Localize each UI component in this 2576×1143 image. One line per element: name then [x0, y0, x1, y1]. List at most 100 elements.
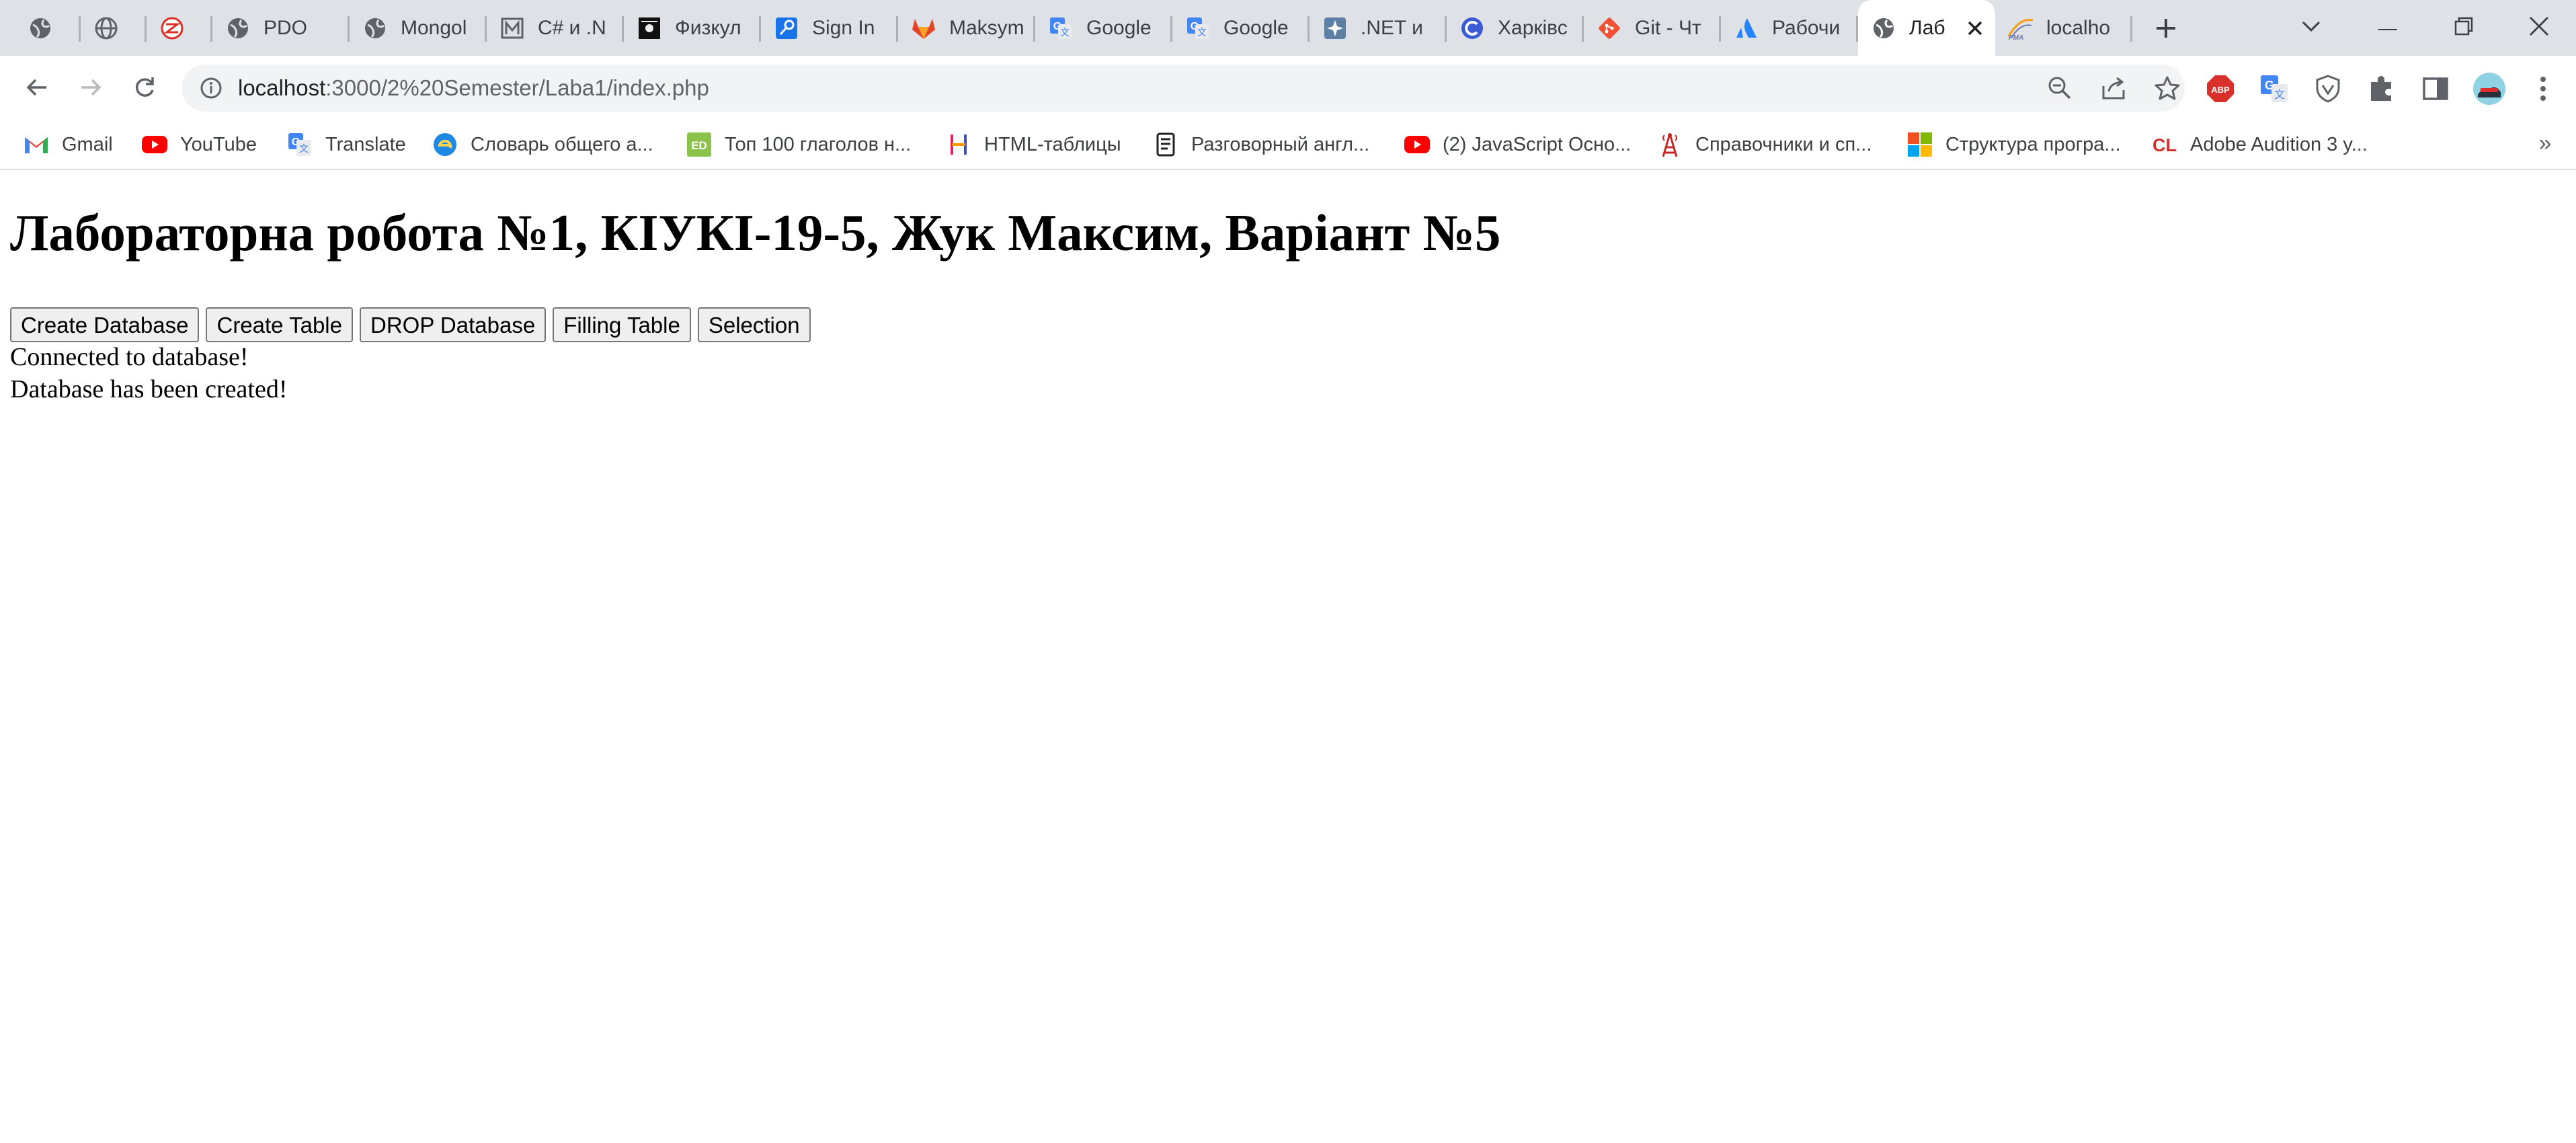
minimize-button[interactable] [2351, 0, 2425, 56]
new-tab-button[interactable] [2144, 12, 2187, 44]
create-database-button[interactable]: Create Database [10, 307, 200, 342]
connected-message: Connected to database! [10, 343, 249, 371]
adblock-plus-icon[interactable]: ABP [2202, 71, 2239, 107]
tab-6[interactable]: C# и .N [487, 0, 624, 56]
tab-title: Лаб [1909, 16, 1945, 39]
tab-8[interactable]: Sign In [761, 0, 898, 56]
translate-icon: G文 [1047, 15, 1074, 42]
zs-icon [159, 15, 186, 42]
restore-icon [2454, 17, 2473, 39]
info-icon[interactable] [198, 75, 225, 102]
bookmark-conversational[interactable]: Разговорный англ... [1152, 126, 1369, 163]
bookmarks-overflow-button[interactable]: » [2532, 130, 2559, 157]
tab-active[interactable]: Лаб [1858, 0, 1995, 56]
drop-database-button[interactable]: DROP Database [360, 307, 547, 342]
profile-avatar[interactable] [2471, 71, 2507, 107]
close-tab-icon[interactable] [1962, 15, 1988, 42]
translate-icon[interactable]: G文 [2256, 71, 2292, 107]
bookmark-label: Структура програ... [1945, 133, 2121, 155]
tab-1[interactable] [15, 0, 81, 56]
tab-15[interactable]: Рабочи [1721, 0, 1858, 56]
bookmark-javascript[interactable]: (2) JavaScript Осно... [1404, 126, 1631, 163]
tab-12[interactable]: .NET и [1310, 0, 1447, 56]
tab-13[interactable]: Харківс [1447, 0, 1584, 56]
bookmark-label: Топ 100 глаголов н... [725, 133, 912, 155]
tab-17[interactable]: PMA localho [1995, 0, 2132, 56]
back-button[interactable] [16, 68, 58, 110]
tab-4[interactable]: PDO [212, 0, 350, 56]
shield-icon[interactable] [2310, 71, 2346, 107]
address-bar[interactable]: localhost:3000/2%20Semester/Laba1/index.… [182, 65, 2185, 112]
microsoft-icon [1906, 131, 1933, 158]
tab-7[interactable]: Физкул [624, 0, 761, 56]
url-path: :3000/2%20Semester/Laba1/index.php [325, 75, 709, 100]
tab-14[interactable]: Git - Чт [1584, 0, 1721, 56]
bookmark-gmail[interactable]: Gmail [23, 126, 113, 163]
tab-title: Физкул [675, 16, 741, 39]
tab-3[interactable] [147, 0, 212, 56]
tab-title: Google [1086, 16, 1152, 39]
zoom-icon[interactable] [2044, 72, 2076, 104]
bookmark-label: YouTube [180, 133, 257, 155]
url-host: localhost [238, 75, 326, 100]
gitlab-icon [910, 15, 937, 42]
tab-title: Харківс [1498, 16, 1568, 39]
create-table-button[interactable]: Create Table [206, 307, 353, 342]
pma-icon: PMA [2007, 15, 2034, 42]
arrow-left-icon [25, 75, 49, 103]
bookmark-top100[interactable]: ED Топ 100 глаголов н... [686, 126, 911, 163]
translate-icon: G文 [1184, 15, 1211, 42]
share-icon[interactable] [2097, 72, 2130, 104]
tab-title: PDO [264, 16, 308, 39]
tab-2[interactable] [81, 0, 147, 56]
tab-11[interactable]: G文 Google [1172, 0, 1310, 56]
globe-icon [225, 15, 251, 42]
h-icon [945, 131, 972, 158]
minimize-icon [2378, 22, 2397, 34]
bookmark-adobe-audition[interactable]: CL Adobe Audition 3 y... [2151, 126, 2368, 163]
bookmark-dictionary[interactable]: Словарь общего а... [432, 126, 653, 163]
reload-button[interactable] [124, 68, 165, 110]
bookmark-label: (2) JavaScript Осно... [1443, 133, 1632, 155]
tab-title: .NET и [1361, 16, 1423, 39]
translate-icon: G文 [286, 131, 313, 158]
bookmark-references[interactable]: Справочники и сп... [1656, 126, 1871, 163]
globe-icon [27, 15, 54, 42]
bookmark-star-icon[interactable] [2151, 72, 2183, 104]
filling-table-button[interactable]: Filling Table [553, 307, 691, 342]
restore-button[interactable] [2427, 0, 2501, 56]
side-panel-icon[interactable] [2417, 71, 2454, 107]
gmail-icon [23, 131, 50, 158]
bookmark-program-structure[interactable]: Структура програ... [1906, 126, 2121, 163]
tab-5[interactable]: Mongol [350, 0, 487, 56]
bookmark-label: Разговорный англ... [1191, 133, 1370, 155]
bookmark-translate[interactable]: G文 Translate [286, 126, 406, 163]
bookmark-youtube[interactable]: YouTube [141, 126, 257, 163]
svg-text:PMA: PMA [2009, 34, 2023, 40]
dark-square-icon [636, 15, 663, 42]
extensions-puzzle-icon[interactable] [2364, 71, 2400, 107]
action-buttons: Create Database Create Table DROP Databa… [10, 307, 811, 342]
tab-separator [2130, 16, 2132, 42]
cl-icon: CL [2151, 131, 2178, 158]
bookmarks-bar: Gmail YouTube G文 Translate Словарь общег… [0, 120, 2576, 170]
tab-9[interactable]: Maksym [898, 0, 1035, 56]
tab-search-button[interactable] [2274, 0, 2348, 56]
chevron-down-icon [2301, 19, 2321, 36]
tab-title: Maksym [949, 16, 1024, 39]
tab-title: Рабочи [1772, 16, 1841, 39]
selection-button[interactable]: Selection [697, 307, 811, 342]
bookmark-html-tables[interactable]: HTML-таблицы [945, 126, 1121, 163]
bookmark-label: Translate [325, 133, 406, 155]
bookmark-label: Gmail [62, 133, 113, 155]
tower-icon [1656, 131, 1683, 158]
bookmark-label: Справочники и сп... [1695, 133, 1872, 155]
forward-button[interactable] [70, 68, 112, 110]
menu-kebab-icon[interactable] [2525, 71, 2561, 107]
svg-text:文: 文 [1060, 27, 1070, 38]
tab-strip: PDO Mongol C# и .N Физкул Sign In Maksym… [0, 0, 2576, 56]
tab-10[interactable]: G文 Google [1035, 0, 1172, 56]
url-text[interactable]: localhost:3000/2%20Semester/Laba1/index.… [238, 65, 709, 112]
tab-title: Git - Чт [1635, 16, 1701, 39]
close-window-button[interactable] [2502, 0, 2576, 56]
